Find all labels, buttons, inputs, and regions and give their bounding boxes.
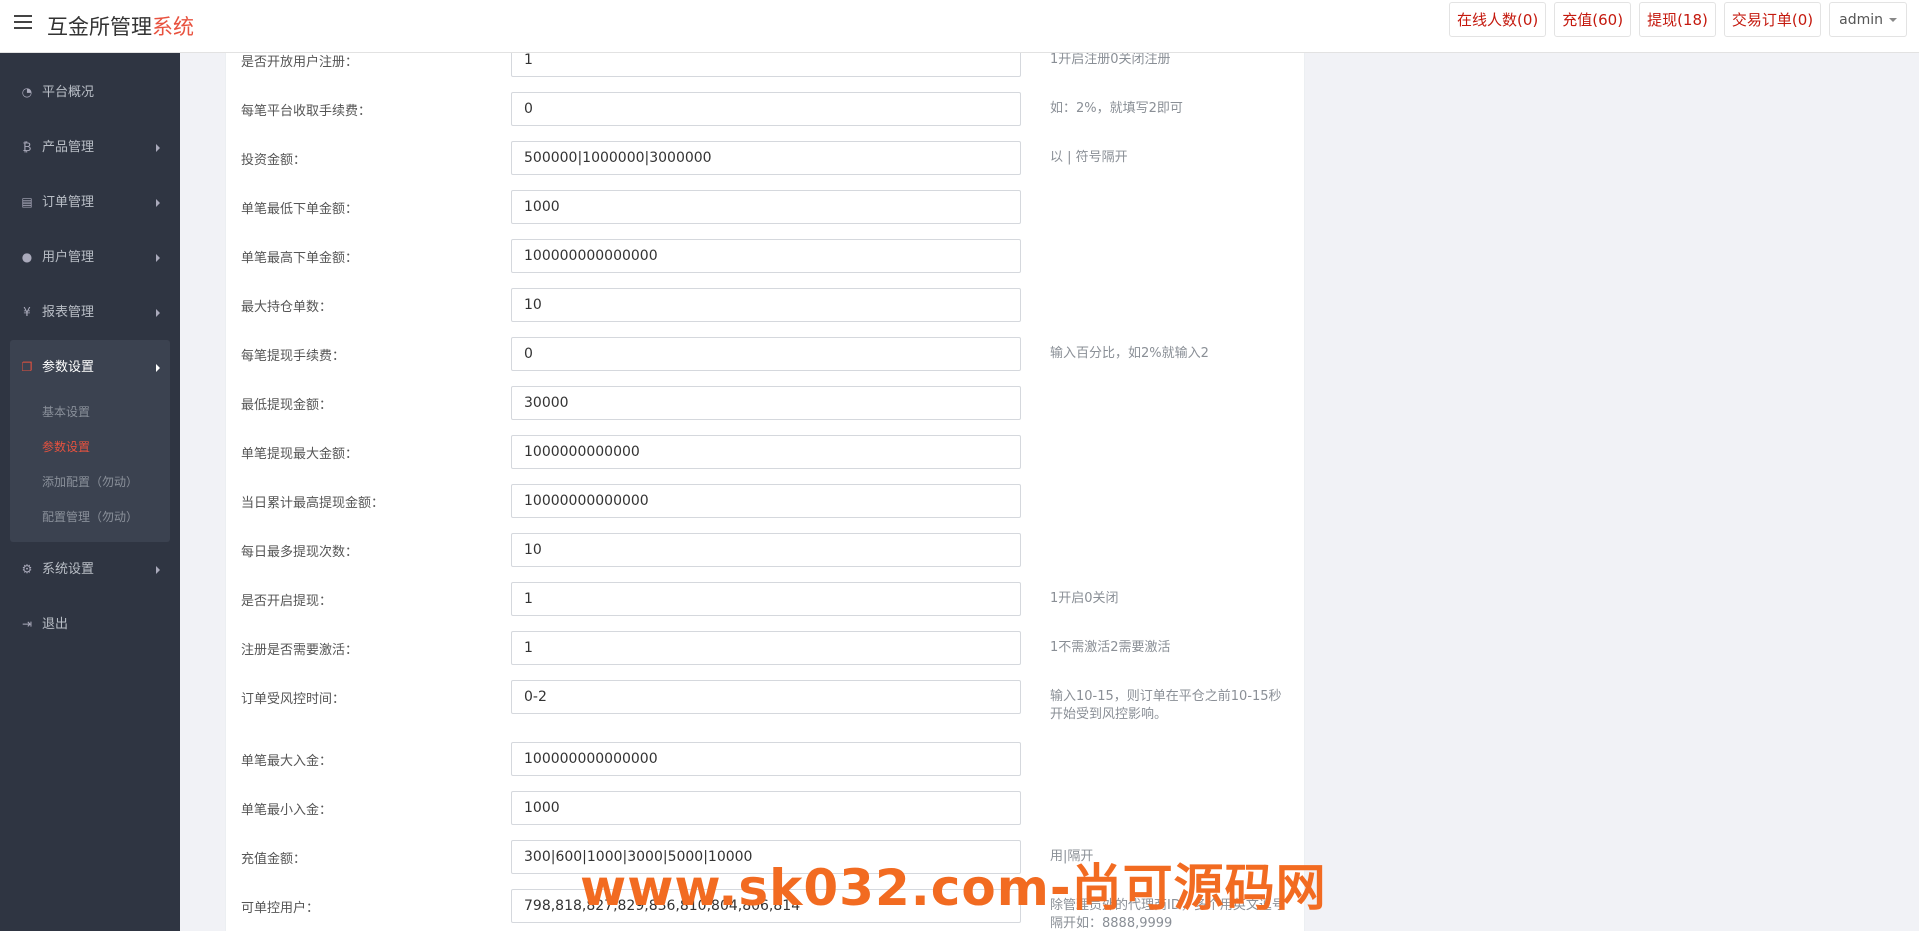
trade-orders-button[interactable]: 交易订单(0): [1723, 2, 1822, 37]
setting-input[interactable]: [511, 53, 1021, 77]
setting-input[interactable]: [511, 631, 1021, 665]
sign-out-icon: ⇥: [21, 617, 33, 631]
form-label: 单笔最小入金：: [241, 803, 333, 818]
setting-input[interactable]: [511, 484, 1021, 518]
setting-input[interactable]: [511, 288, 1021, 322]
sidebar-item-system[interactable]: ⚙ 系统设置: [0, 542, 180, 597]
form-label: 单笔最高下单金额：: [241, 251, 359, 266]
sidebar-item-label: 退出: [42, 617, 69, 632]
form-label: 单笔最大入金：: [241, 754, 333, 769]
form-label: 投资金额：: [241, 153, 307, 168]
form-label: 订单受风控时间：: [241, 692, 346, 707]
yen-icon: ¥: [23, 305, 31, 319]
form-label: 最低提现金额：: [241, 398, 333, 413]
admin-name: admin: [1839, 12, 1883, 28]
form-label: 最大持仓单数：: [241, 300, 333, 315]
sidebar-item-logout[interactable]: ⇥ 退出: [0, 597, 180, 652]
help-text: 1开启注册0关闭注册: [1050, 53, 1171, 67]
chevron-right-icon: [156, 199, 160, 207]
help-text: 如：2%，就填写2即可: [1050, 101, 1183, 116]
form-label: 每笔平台收取手续费：: [241, 104, 372, 119]
setting-input[interactable]: [511, 533, 1021, 567]
sidebar-item-overview[interactable]: ◔ 平台概况: [0, 65, 180, 120]
top-actions: 在线人数(0) 充值(60) 提现(18) 交易订单(0) admin: [1449, 2, 1907, 37]
help-text: 输入百分比，如2%就输入2: [1050, 346, 1209, 361]
setting-input[interactable]: [511, 239, 1021, 273]
watermark: www.sk032.com-尚可源码网: [580, 859, 1327, 917]
online-users-button[interactable]: 在线人数(0): [1449, 2, 1547, 37]
setting-input[interactable]: [511, 337, 1021, 371]
dashboard-icon: ◔: [21, 85, 33, 99]
form-label: 每日最多提现次数：: [241, 545, 359, 560]
main-content: 是否开放用户注册： 1开启注册0关闭注册每笔平台收取手续费： 如：2%，就填写2即可…: [180, 53, 1919, 931]
setting-input[interactable]: [511, 386, 1021, 420]
sidebar-submenu: 基本设置 参数设置 添加配置（勿动） 配置管理（勿动）: [10, 395, 170, 542]
app-title: 互金所管理系统: [47, 11, 194, 41]
chevron-right-icon: [156, 144, 160, 152]
chevron-right-icon: [156, 254, 160, 262]
setting-input[interactable]: [511, 141, 1021, 175]
help-text: 以 | 符号隔开: [1050, 150, 1128, 165]
recharge-button[interactable]: 充值(60): [1554, 2, 1632, 37]
sidebar-item-label: 系统设置: [42, 562, 95, 577]
chevron-right-icon: [156, 364, 160, 372]
cogs-icon: ⚙: [21, 562, 33, 576]
sidebar-group-params: ❐ 参数设置 基本设置 参数设置 添加配置（勿动） 配置管理（勿动）: [10, 340, 170, 542]
sidebar-item-label: 订单管理: [42, 195, 95, 210]
admin-dropdown[interactable]: admin: [1829, 2, 1907, 37]
form-label: 充值金额：: [241, 852, 307, 867]
sidebar-item-label: 参数设置: [42, 360, 95, 375]
help-text: 1不需激活2需要激活: [1050, 640, 1171, 655]
setting-input[interactable]: [511, 92, 1021, 126]
setting-input[interactable]: [511, 582, 1021, 616]
top-navbar: 互金所管理系统 在线人数(0) 充值(60) 提现(18) 交易订单(0) ad…: [0, 0, 1919, 53]
sidebar-item-users[interactable]: ● 用户管理: [0, 230, 180, 285]
form-label: 是否开放用户注册：: [241, 55, 359, 70]
sidebar: ◔ 平台概况 ₿ 产品管理 ▤ 订单管理 ● 用户管理 ¥ 报表管理 ❐ 参数设置 基本设置…: [0, 53, 180, 931]
form-label: 每笔提现手续费：: [241, 349, 346, 364]
form-label: 当日累计最高提现金额：: [241, 496, 385, 511]
form-label: 单笔最低下单金额：: [241, 202, 359, 217]
bitcoin-icon: ₿: [22, 140, 32, 154]
sidebar-item-params[interactable]: ❐ 参数设置: [10, 340, 170, 395]
setting-input[interactable]: [511, 435, 1021, 469]
submenu-add-config[interactable]: 添加配置（勿动）: [10, 465, 170, 500]
sidebar-item-orders[interactable]: ▤ 订单管理: [0, 175, 180, 230]
withdraw-button[interactable]: 提现(18): [1639, 2, 1716, 37]
setting-input[interactable]: [511, 742, 1021, 776]
setting-input[interactable]: [511, 680, 1021, 714]
form-label: 注册是否需要激活：: [241, 643, 359, 658]
chevron-down-icon: [1889, 18, 1897, 22]
sidebar-item-label: 平台概况: [42, 85, 95, 100]
submenu-param-settings[interactable]: 参数设置: [10, 430, 170, 465]
app-title-accent: 系统: [152, 15, 194, 39]
menu-toggle-icon[interactable]: [14, 15, 32, 31]
submenu-basic-settings[interactable]: 基本设置: [10, 395, 170, 430]
sidebar-item-label: 产品管理: [42, 140, 95, 155]
app-title-main: 互金所管理: [47, 15, 152, 39]
submenu-config-manage[interactable]: 配置管理（勿动）: [10, 500, 170, 535]
help-text: 输入10-15，则订单在平仓之前10-15秒开始受到风控影响。: [1050, 689, 1282, 722]
user-icon: ●: [21, 250, 33, 264]
chevron-right-icon: [156, 309, 160, 317]
form-label: 可单控用户：: [241, 901, 320, 916]
sidebar-item-reports[interactable]: ¥ 报表管理: [0, 285, 180, 340]
sidebar-item-products[interactable]: ₿ 产品管理: [0, 120, 180, 175]
form-label: 单笔提现最大金额：: [241, 447, 359, 462]
chevron-right-icon: [156, 566, 160, 574]
settings-form-panel: 是否开放用户注册： 1开启注册0关闭注册每笔平台收取手续费： 如：2%，就填写2即可…: [225, 53, 1305, 931]
document-icon: ▤: [21, 195, 33, 209]
form-label: 是否开启提现：: [241, 594, 333, 609]
setting-input[interactable]: [511, 791, 1021, 825]
help-text: 1开启0关闭: [1050, 591, 1119, 606]
copy-icon: ❐: [21, 360, 33, 374]
sidebar-item-label: 报表管理: [42, 305, 95, 320]
setting-input[interactable]: [511, 190, 1021, 224]
sidebar-item-label: 用户管理: [42, 250, 95, 265]
